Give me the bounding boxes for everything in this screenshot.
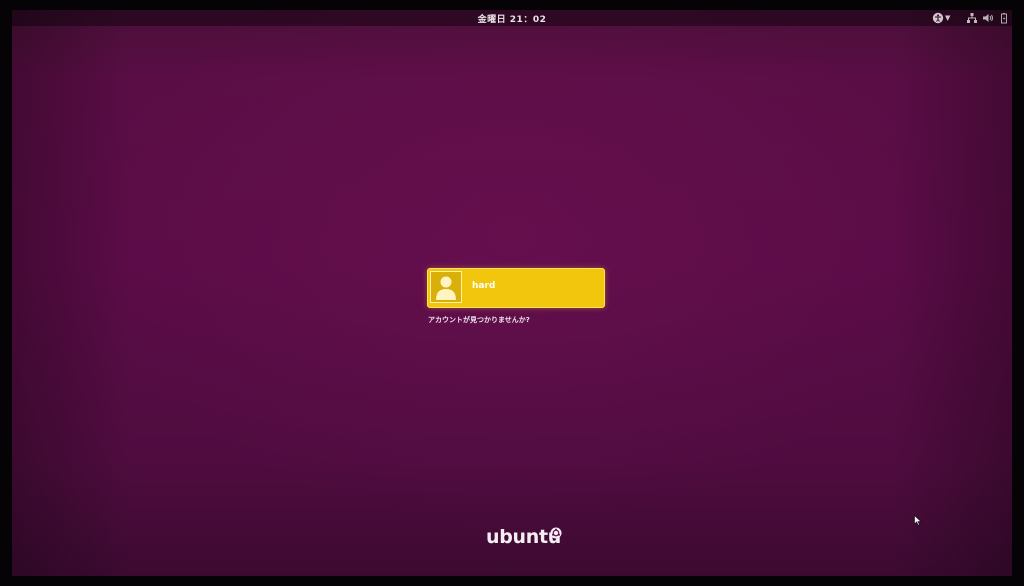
clock[interactable]: 金曜日 21：02 [12,12,1012,25]
accessibility-icon [932,12,944,24]
accessibility-menu[interactable]: ▼ [932,11,950,25]
username-label: hard [472,281,496,291]
volume-icon [983,14,993,22]
chevron-down-icon: ▼ [945,14,951,22]
user-list-item[interactable]: hard [427,268,605,308]
user-icon [436,276,456,300]
ubuntu-circle-of-friends-icon [550,527,562,539]
not-listed-link[interactable]: アカウントが見つかりませんか? [428,315,530,325]
avatar [430,271,462,303]
top-bar: 金曜日 21：02 ▼ [12,10,1012,26]
battery-icon [1001,13,1007,24]
login-screen: 金曜日 21：02 ▼ hard アカウントが見つかりませんか? ubuntu [12,10,1012,576]
mouse-cursor-icon [914,515,922,526]
network-icon [967,13,977,23]
system-menu[interactable]: ▼ [966,11,1012,25]
